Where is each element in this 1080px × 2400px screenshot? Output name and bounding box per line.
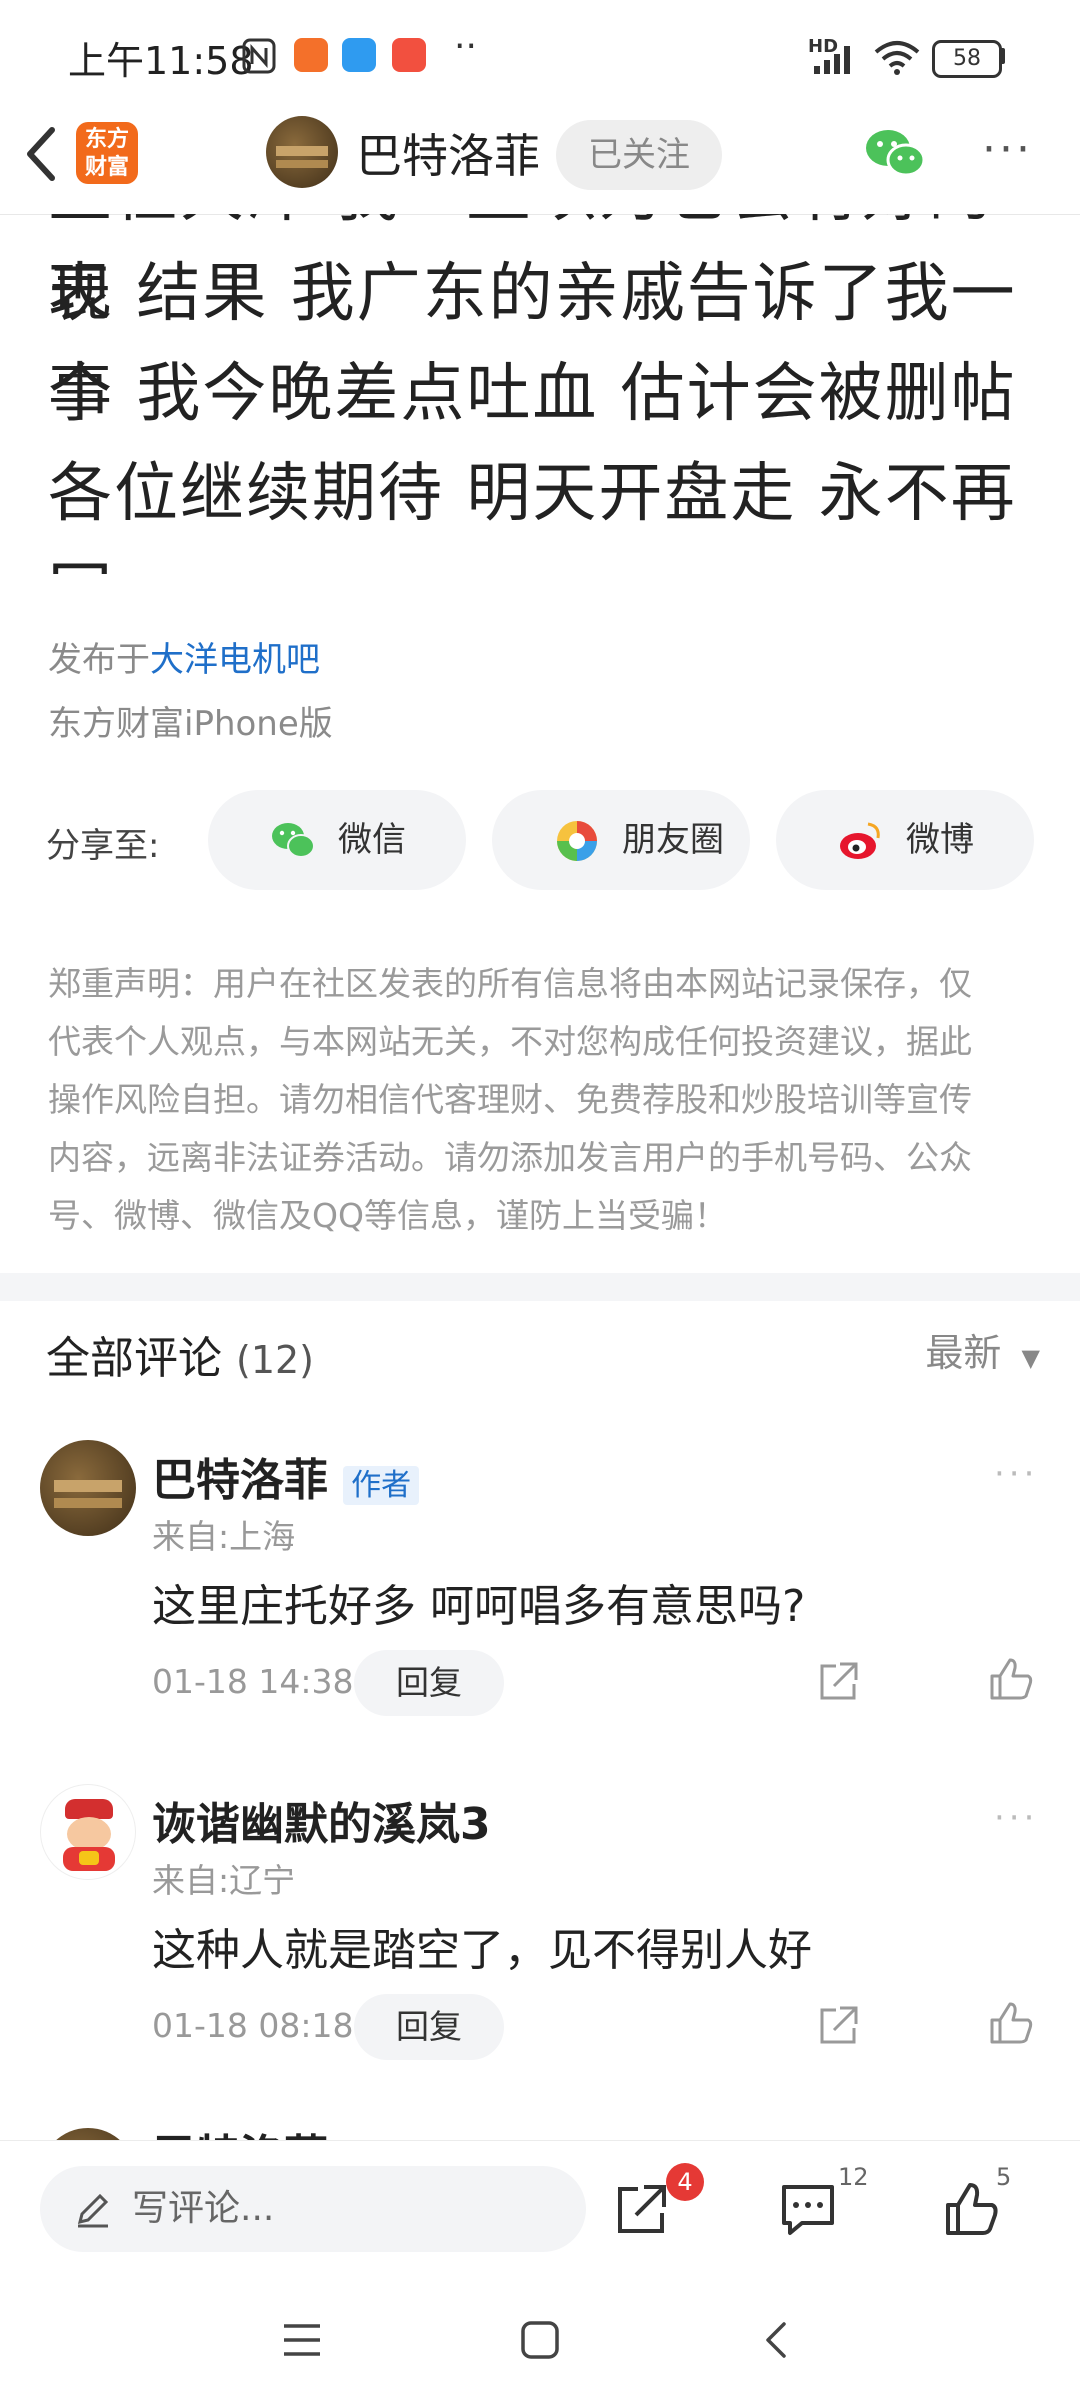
share-label: 分享至:	[46, 826, 160, 866]
comment-content: 这种人就是踏空了，见不得别人好	[152, 1925, 812, 1976]
share-icon[interactable]	[614, 2183, 668, 2237]
comment-peek: 巴特洛菲 作者	[0, 2110, 1080, 2140]
red-app-icon	[392, 38, 426, 72]
comments-count: (12)	[236, 1338, 315, 1382]
share-icon[interactable]	[816, 1660, 860, 1704]
like-icon[interactable]	[988, 1656, 1034, 1702]
comment-author[interactable]: 巴特洛菲	[152, 1455, 328, 1506]
like-icon[interactable]	[944, 2181, 1000, 2237]
comment-content: 这里庄托好多 呵呵唱多有意思吗?	[152, 1581, 806, 1632]
top-nav: 东方 财富 巴特洛菲 已关注 ···	[0, 110, 1080, 215]
share-wechat-button[interactable]: 微信	[208, 790, 466, 890]
comment-header: 诙谐幽默的溪岚3	[152, 1788, 491, 1852]
status-bar: 上午11:58 ·· HD 58	[0, 0, 1080, 110]
share-moments-button[interactable]: 朋友圈	[492, 790, 750, 890]
disclaimer-line: 代表个人观点，与本网站无关，不对您构成任何投资建议，据此	[48, 1022, 972, 1061]
menu-icon[interactable]	[282, 2320, 322, 2360]
disclaimer: 郑重声明：用户在社区发表的所有信息将由本网站记录保存，仅 代表个人观点，与本网站…	[48, 955, 1038, 1245]
nfc-icon	[242, 38, 276, 74]
published-prefix: 发布于	[48, 640, 150, 680]
status-time: 上午11:58	[68, 39, 254, 83]
comment-header: 巴特洛菲 作者	[152, 2120, 419, 2140]
app-logo-line1: 东方	[84, 127, 129, 152]
wechat-icon[interactable]	[864, 128, 926, 178]
sort-dropdown[interactable]: 最新 ▼	[925, 1322, 1040, 1377]
author-name[interactable]: 巴特洛菲	[356, 120, 540, 186]
share-moments-label: 朋友圈	[622, 820, 724, 860]
app-logo-line2: 财富	[84, 155, 129, 180]
more-dots-icon: ··	[454, 26, 477, 67]
section-divider	[0, 1273, 1080, 1301]
system-nav-bar	[0, 2280, 1080, 2400]
follow-button[interactable]: 已关注	[556, 120, 722, 190]
disclaimer-line: 操作风险自担。请勿相信代客理财、免费荐股和炒股培训等宣传	[48, 1080, 972, 1119]
published-in: 发布于大洋电机吧	[48, 632, 320, 681]
back-icon[interactable]	[22, 124, 62, 184]
comment-author[interactable]: 诙谐幽默的溪岚3	[152, 1799, 491, 1850]
mi-app-icon	[294, 38, 328, 72]
weibo-icon	[840, 822, 880, 859]
share-icon[interactable]	[816, 2004, 860, 2048]
article-body: 主任大洋 我一直以为它会有好的表 现 结果 我广东的亲戚告诉了我一个 事 我今晚…	[0, 214, 1080, 574]
more-icon[interactable]: ···	[982, 124, 1033, 175]
comments-title: 全部评论	[46, 1333, 222, 1384]
comment-time: 01-18 14:38	[152, 1662, 354, 1701]
sort-label: 最新	[925, 1331, 1002, 1375]
comment-avatar[interactable]	[40, 2128, 136, 2140]
comment-time: 01-18 08:18	[152, 2006, 354, 2045]
author-avatar[interactable]	[266, 116, 338, 188]
battery-level: 58	[953, 46, 981, 71]
comment-header: 巴特洛菲 作者	[152, 1444, 420, 1508]
reply-button[interactable]: 回复	[354, 1994, 504, 2060]
share-wechat-label: 微信	[338, 820, 406, 860]
pencil-icon	[77, 2193, 109, 2228]
client-info: 东方财富iPhone版	[48, 704, 333, 744]
share-weibo-label: 微博	[906, 820, 974, 860]
article-line: 各位继续期待 明天开盘走 永不再回	[48, 457, 1017, 574]
article-line: 事 我今晚差点吐血 估计会被删帖	[48, 357, 1017, 431]
disclaimer-line: 内容，远离非法证券活动。请勿添加发言用户的手机号码、公众	[48, 1138, 972, 1177]
comment-icon[interactable]	[780, 2183, 836, 2237]
comment-author[interactable]: 巴特洛菲	[152, 2131, 328, 2140]
bottom-action-bar: 写评论... 4 12 5	[0, 2140, 1080, 2271]
blue-app-icon	[342, 38, 376, 72]
moments-icon	[557, 821, 597, 861]
comment-more-icon[interactable]: ···	[994, 1454, 1038, 1494]
wechat-icon	[272, 823, 315, 858]
comment-location: 来自:辽宁	[152, 1861, 296, 1900]
like-icon[interactable]	[988, 2000, 1034, 2046]
write-comment-placeholder: 写评论...	[132, 2188, 275, 2229]
signal-icon	[814, 46, 850, 74]
back-nav-icon[interactable]	[760, 2320, 792, 2360]
app-logo[interactable]: 东方 财富	[76, 122, 138, 184]
like-count: 5	[996, 2163, 1012, 2191]
author-tag: 作者	[343, 1466, 420, 1505]
comment-location: 来自:上海	[152, 1517, 296, 1556]
comment-more-icon[interactable]: ···	[994, 1798, 1038, 1838]
disclaimer-line: 号、微博、微信及QQ等信息，谨防上当受骗！	[48, 1196, 727, 1235]
battery-tip	[1000, 48, 1005, 64]
comment-avatar[interactable]	[40, 1440, 136, 1536]
reply-button[interactable]: 回复	[354, 1650, 504, 1716]
comment-avatar[interactable]	[40, 1784, 136, 1880]
wifi-icon	[874, 41, 920, 75]
share-weibo-button[interactable]: 微博	[776, 790, 1034, 890]
battery-icon: 58	[932, 40, 1002, 78]
caret-down-icon: ▼	[1021, 1344, 1040, 1372]
comments-header: 全部评论 (12)	[46, 1322, 314, 1386]
share-badge: 4	[666, 2163, 704, 2201]
disclaimer-line: 郑重声明：用户在社区发表的所有信息将由本网站记录保存，仅	[48, 964, 972, 1003]
comment-count: 12	[838, 2163, 869, 2191]
home-icon[interactable]	[520, 2320, 560, 2360]
forum-link[interactable]: 大洋电机吧	[150, 640, 320, 680]
write-comment-input[interactable]: 写评论...	[40, 2166, 586, 2252]
